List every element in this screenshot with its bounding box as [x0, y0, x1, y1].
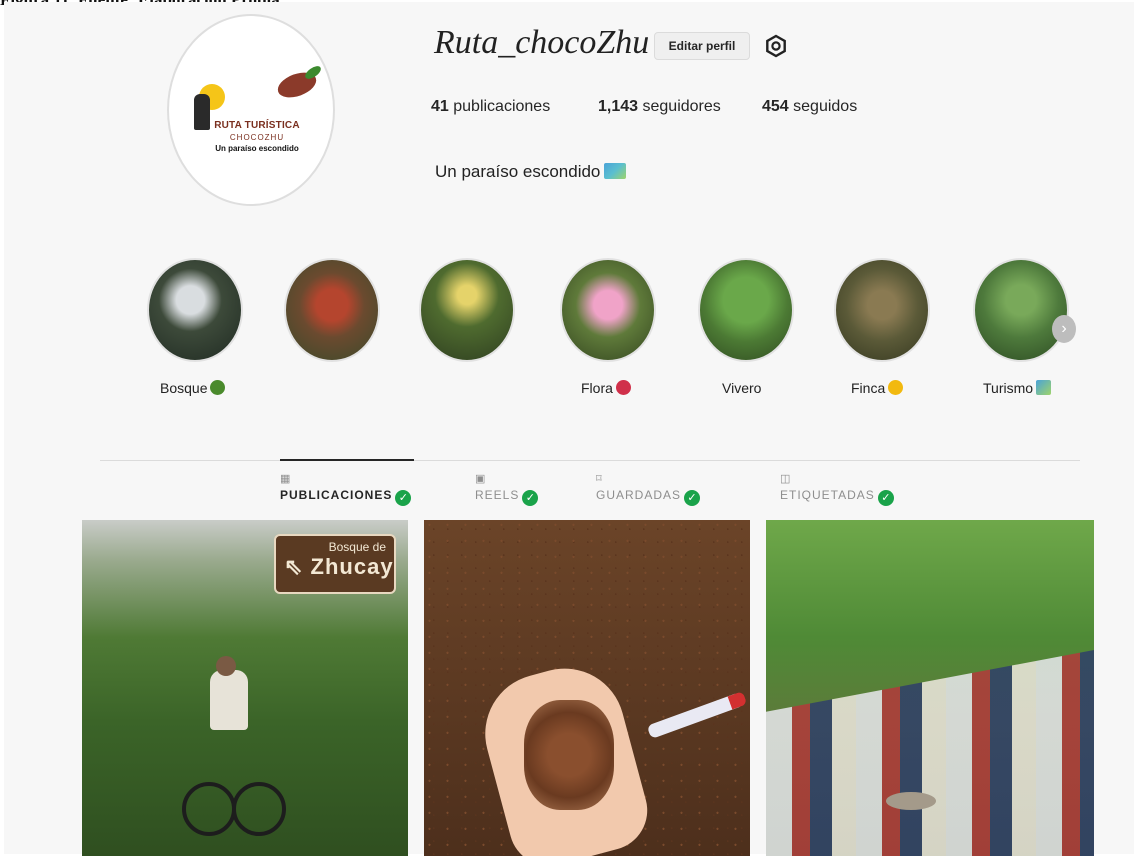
followers-count: 1,143 — [598, 98, 639, 115]
bookmark-icon: ⌑ — [596, 473, 602, 485]
highlight-label-finca: Finca — [851, 380, 904, 396]
cyclist-figure — [210, 670, 248, 730]
highlight-bosque[interactable] — [147, 258, 243, 362]
post-cyclist[interactable]: Bosque de ⇖ Zhucay — [82, 520, 408, 856]
sun-icon — [888, 380, 904, 395]
group-of-people — [766, 650, 1094, 856]
reels-icon: ▣ — [475, 473, 486, 485]
highlight-vivero[interactable] — [698, 258, 794, 362]
profile-avatar[interactable]: RUTA TURÍSTICA CHOCOZHU Un paraíso escon… — [167, 14, 335, 206]
check-icon: ✓ — [395, 490, 412, 506]
highlight-3[interactable] — [419, 258, 515, 362]
check-icon: ✓ — [877, 490, 894, 506]
bio-text: Un paraíso escondido — [435, 162, 601, 181]
map-icon — [1036, 380, 1052, 395]
tab-publicaciones[interactable]: ▦ PUBLICACIONES ✓ — [280, 472, 412, 506]
following-count: 454 — [762, 98, 789, 115]
highlight-finca[interactable] — [834, 258, 930, 362]
highlight-2[interactable] — [284, 258, 380, 362]
bike-wheel-back — [232, 782, 286, 836]
highlight-label-flora: Flora — [581, 380, 631, 396]
logo-text-line2: CHOCOZHU — [229, 133, 285, 142]
following-stat[interactable]: 454 seguidos — [762, 98, 857, 116]
bosque-zhucay-sign: Bosque de ⇖ Zhucay — [274, 534, 396, 594]
edit-profile-button[interactable]: Editar perfil — [654, 32, 750, 60]
active-tab-indicator — [280, 459, 414, 461]
tab-reels[interactable]: ▣ REELS ✓ — [475, 472, 539, 506]
check-icon: ✓ — [522, 490, 539, 506]
posts-count: 41 — [431, 98, 449, 115]
cooking-pot — [886, 792, 936, 810]
sign-line1: Bosque de — [328, 540, 386, 554]
lighter-object — [646, 690, 748, 740]
gear-icon[interactable] — [764, 34, 788, 58]
posts-label: publicaciones — [453, 98, 551, 115]
post-group-photo[interactable] — [766, 520, 1094, 856]
tabs-divider — [100, 460, 1080, 461]
tab-guardadas[interactable]: ⌑ GUARDADAS ✓ — [596, 472, 701, 506]
chevron-right-icon[interactable]: › — [1052, 315, 1076, 343]
cacao-handful — [524, 700, 614, 810]
following-label: seguidos — [793, 98, 858, 115]
bike-wheel-front — [182, 782, 236, 836]
logo-text-line3: Un paraíso escondido — [215, 144, 299, 153]
profile-bio: Un paraíso escondido — [435, 162, 627, 182]
hibiscus-icon — [615, 380, 631, 395]
profile-username: Ruta_chocoZhu — [434, 24, 650, 61]
post-cacao-beans[interactable] — [424, 520, 750, 856]
highlight-label-vivero: Vivero — [722, 380, 762, 396]
highlight-label-bosque: Bosque — [160, 380, 226, 396]
check-icon: ✓ — [684, 490, 701, 506]
grid-icon: ▦ — [280, 473, 291, 485]
highlight-flora[interactable] — [560, 258, 656, 362]
map-icon — [604, 163, 627, 179]
tag-icon: ◫ — [780, 473, 791, 485]
logo-text-line1: RUTA TURÍSTICA — [214, 120, 300, 131]
cyclist-head — [216, 656, 236, 676]
highlight-label-turismo: Turismo — [983, 380, 1052, 396]
highlight-turismo[interactable] — [973, 258, 1069, 362]
posts-count-stat: 41 publicaciones — [431, 98, 550, 116]
sign-line2: ⇖ Zhucay — [284, 554, 394, 579]
followers-stat[interactable]: 1,143 seguidores — [598, 98, 721, 116]
followers-label: seguidores — [642, 98, 721, 115]
tab-etiquetadas[interactable]: ◫ ETIQUETADAS ✓ — [780, 472, 894, 506]
instagram-profile-panel: RUTA TURÍSTICA CHOCOZHU Un paraíso escon… — [4, 2, 1134, 856]
tree-icon — [210, 380, 226, 395]
